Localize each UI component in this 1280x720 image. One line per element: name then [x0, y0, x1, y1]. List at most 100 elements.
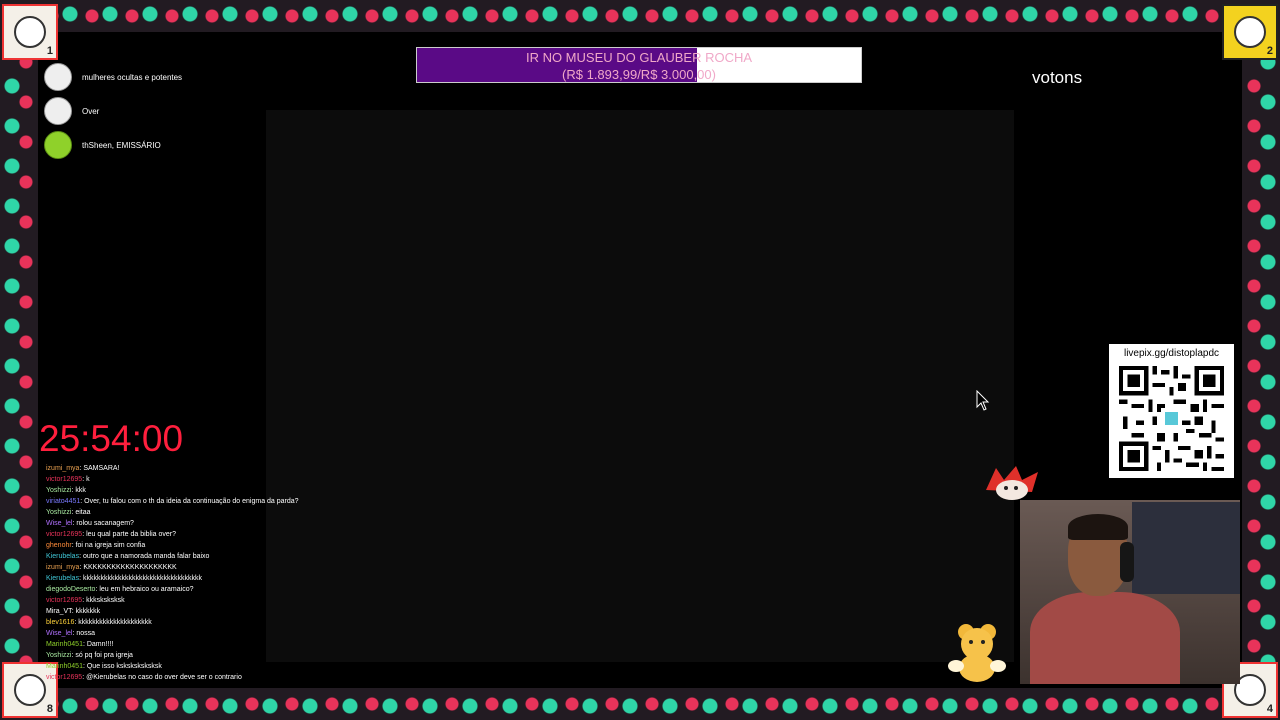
chat-message: Yoshizzi: só pq foi pra igreja	[46, 650, 376, 661]
chat-username: Marinh0451	[46, 641, 83, 648]
qr-caption: livepix.gg/distoplapdc	[1123, 348, 1220, 359]
donation-qr-card: livepix.gg/distoplapdc	[1109, 344, 1234, 478]
chat-username: Wise_lel	[46, 520, 73, 527]
chat-message: izumi_mya: KKKKKKKKKKKKKKKKKKKK	[46, 562, 376, 573]
chat-text: : KKKKKKKKKKKKKKKKKKKK	[79, 564, 177, 571]
chat-overlay: izumi_mya: SAMSARA! victor12695: k Yoshizz…	[46, 463, 376, 683]
chat-username: Kierubelas	[46, 575, 80, 582]
chat-username: victor12695	[46, 597, 83, 604]
chat-message: victor12695: @Kierubelas no caso do over…	[46, 672, 376, 683]
chat-message: blev1616: kkkkkkkkkkkkkkkkkkkkk	[46, 617, 376, 628]
chat-text: : eitaa	[71, 509, 91, 516]
decorative-frame-right	[1242, 32, 1280, 688]
goal-title: IR NO MUSEU DO GLAUBER ROCHA	[525, 50, 753, 65]
character-face-icon	[14, 16, 46, 48]
corner-number: 4	[1266, 703, 1273, 715]
game-capture-area	[266, 110, 1014, 662]
chat-username: Yoshizzi	[46, 509, 72, 516]
chat-username: izumi_mya	[46, 564, 80, 571]
chat-username: Kierubelas	[46, 553, 80, 560]
chat-message: diegodoDeserto: leu em hebraico ou arama…	[46, 584, 376, 595]
donor-name: Over	[82, 106, 100, 116]
goal-text: IR NO MUSEU DO GLAUBER ROCHA (R$ 1.893,9…	[417, 48, 861, 82]
donor-item: Over	[44, 96, 182, 126]
chat-text: : só pq foi pra igreja	[71, 652, 133, 659]
chat-text: : kkkkkkkkkkkkkkkkkkkkk	[74, 619, 152, 626]
corner-number: 8	[46, 703, 53, 715]
chat-username: victor12695	[46, 476, 83, 483]
donor-avatar	[44, 97, 72, 125]
chat-message: Wise_lel: rolou sacanagem?	[46, 518, 376, 529]
chat-message: victor12695: k	[46, 474, 376, 485]
chat-username: Mira_VT	[46, 608, 72, 615]
webcam-feed	[1020, 500, 1240, 684]
chat-text: : kkk	[71, 487, 86, 494]
decorative-frame-bottom	[0, 688, 1280, 720]
chat-username: blev1616	[46, 619, 75, 626]
chat-username: Wise_lel	[46, 630, 73, 637]
chat-message: Marinh0451: Que isso ksksksksksksk	[46, 661, 376, 672]
chat-text: : Over, tu falou com o th da ideia da co…	[80, 498, 299, 505]
character-face-icon	[14, 674, 46, 706]
chat-message: Kierubelas: outro que a namorada manda f…	[46, 551, 376, 562]
chat-text: : foi na igreja sim confia	[71, 542, 146, 549]
mouse-cursor-icon	[976, 390, 990, 411]
bear-mascot-icon	[948, 624, 1006, 682]
chat-username: Marinh0451	[46, 663, 83, 670]
chat-username: viriato4451	[46, 498, 81, 505]
chat-username: izumi_mya	[46, 465, 80, 472]
headset-icon	[1120, 542, 1134, 582]
donor-avatar	[44, 131, 72, 159]
chat-username: diegodoDeserto	[46, 586, 96, 593]
corner-avatar-top-left: 1	[2, 4, 58, 60]
chat-message: Marinh0451: Damn!!!!	[46, 639, 376, 650]
donor-item: thSheen, EMISSÁRIO	[44, 130, 182, 160]
chat-username: Yoshizzi	[46, 487, 72, 494]
chat-text: : @Kierubelas no caso do over deve ser o…	[82, 674, 242, 681]
decorative-frame-left	[0, 32, 38, 688]
donor-name: thSheen, EMISSÁRIO	[82, 140, 161, 150]
subathon-timer: 25:54:00	[39, 418, 184, 459]
corner-number: 1	[46, 45, 53, 57]
chat-message: victor12695: kkksksksksk	[46, 595, 376, 606]
chat-text: : rolou sacanagem?	[72, 520, 134, 527]
chat-text: : Damn!!!!	[82, 641, 114, 648]
donor-name: mulheres ocultas e potentes	[82, 72, 183, 82]
chat-username: Yoshizzi	[46, 652, 72, 659]
chat-message: Wise_lel: nossa	[46, 628, 376, 639]
chat-text: : k	[82, 476, 90, 483]
chat-text: : nossa	[72, 630, 96, 637]
votons-label: votons	[1032, 68, 1083, 87]
chat-text: : SAMSARA!	[79, 465, 120, 472]
streamer-hair	[1068, 514, 1128, 540]
chat-message: viriato4451: Over, tu falou com o th da …	[46, 496, 376, 507]
chat-message: ghenohr: foi na igreja sim confia	[46, 540, 376, 551]
chat-username: victor12695	[46, 674, 83, 681]
chat-message: victor12695: leu qual parte da biblia ov…	[46, 529, 376, 540]
character-face-icon	[1234, 16, 1266, 48]
chat-username: ghenohr	[46, 542, 72, 549]
webcam-wall-poster	[1132, 502, 1240, 594]
streamer-body	[1030, 592, 1180, 684]
chat-message: Yoshizzi: kkk	[46, 485, 376, 496]
chat-message: Kierubelas: kkkkkkkkkkkkkkkkkkkkkkkkkkkk…	[46, 573, 376, 584]
chat-username: victor12695	[46, 531, 83, 538]
goal-amount: (R$ 1.893,99/R$ 3.000,00)	[562, 67, 716, 82]
chat-message: Mira_VT: kkkkkkk	[46, 606, 376, 617]
chat-message: izumi_mya: SAMSARA!	[46, 463, 376, 474]
chat-text: : outro que a namorada manda falar baixo	[79, 553, 210, 560]
corner-number: 2	[1266, 45, 1273, 57]
top-donors-list: mulheres ocultas e potentes Over thSheen…	[44, 62, 182, 164]
donation-goal-bar: IR NO MUSEU DO GLAUBER ROCHA (R$ 1.893,9…	[416, 47, 862, 83]
qr-code-icon	[1119, 366, 1224, 471]
decorative-frame-top	[0, 0, 1280, 32]
chat-text: : kkksksksksk	[82, 597, 125, 604]
chat-text: : kkkkkkkkkkkkkkkkkkkkkkkkkkkkkkkkkk	[79, 575, 202, 582]
donor-avatar	[44, 63, 72, 91]
mascot-sticker-icon	[986, 466, 1038, 500]
chat-text: : Que isso ksksksksksksk	[82, 663, 162, 670]
donor-item: mulheres ocultas e potentes	[44, 62, 182, 92]
chat-message: Yoshizzi: eitaa	[46, 507, 376, 518]
chat-text: : leu qual parte da biblia over?	[82, 531, 176, 538]
chat-text: : kkkkkkk	[71, 608, 101, 615]
